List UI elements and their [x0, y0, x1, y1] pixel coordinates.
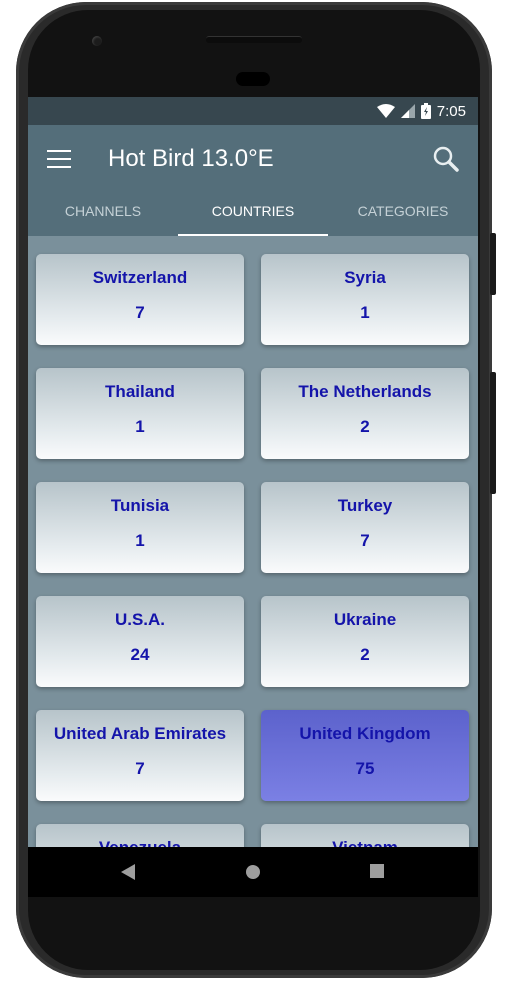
country-name: United Kingdom: [299, 724, 431, 743]
channel-count: 1: [360, 303, 370, 322]
power-button: [490, 233, 496, 295]
tab-bar: CHANNELS COUNTRIES CATEGORIES: [28, 193, 478, 236]
channel-count: 7: [135, 759, 145, 778]
recents-icon[interactable]: [370, 864, 384, 878]
wifi-icon: [376, 104, 395, 118]
front-camera: [92, 36, 102, 46]
country-card[interactable]: Syria 1: [261, 254, 469, 345]
tab-countries[interactable]: COUNTRIES: [178, 193, 328, 236]
channel-count: 24: [130, 645, 150, 664]
page-title: Hot Bird 13.0°E: [108, 145, 274, 172]
tab-channels[interactable]: CHANNELS: [28, 193, 178, 236]
proximity-sensor: [236, 72, 270, 86]
status-time: 7:05: [436, 102, 466, 120]
country-name: Thailand: [105, 382, 175, 401]
home-icon[interactable]: [245, 864, 261, 880]
channel-count: 1: [135, 531, 145, 550]
tab-categories[interactable]: CATEGORIES: [328, 193, 478, 236]
country-card-selected[interactable]: United Kingdom 75: [261, 710, 469, 801]
back-icon[interactable]: [121, 864, 135, 880]
country-name: United Arab Emirates: [53, 724, 227, 743]
screen: 7:05 Hot Bird 13.0°E CHANNELS COUNTRIES …: [28, 97, 478, 847]
country-name: U.S.A.: [114, 610, 166, 629]
country-name: The Netherlands: [298, 382, 432, 401]
channel-count: 2: [360, 417, 370, 436]
country-card[interactable]: Ukraine 2: [261, 596, 469, 687]
country-card[interactable]: The Netherlands 2: [261, 368, 469, 459]
country-name: Syria: [344, 268, 386, 287]
channel-count: 1: [135, 417, 145, 436]
country-card[interactable]: U.S.A. 24: [36, 596, 244, 687]
channel-count: 7: [360, 531, 370, 550]
channel-count: 2: [360, 645, 370, 664]
signal-icon: [400, 104, 415, 118]
app-bar: Hot Bird 13.0°E: [28, 125, 478, 193]
navigation-bar: [28, 847, 478, 897]
hamburger-menu-icon[interactable]: [47, 150, 71, 168]
battery-charging-icon: [420, 103, 431, 119]
country-grid: Switzerland 7 Syria 1 Thailand 1 The Nether…: [36, 254, 470, 847]
country-card[interactable]: Thailand 1: [36, 368, 244, 459]
country-card[interactable]: Venezuela: [36, 824, 244, 847]
country-card[interactable]: Tunisia 1: [36, 482, 244, 573]
status-bar: 7:05: [28, 97, 478, 125]
country-name: Ukraine: [333, 610, 397, 629]
country-name: Tunisia: [110, 496, 170, 515]
country-name: Venezuela: [36, 824, 244, 847]
earpiece-speaker: [206, 36, 302, 43]
country-name: Vietnam: [261, 824, 469, 847]
country-card[interactable]: Switzerland 7: [36, 254, 244, 345]
country-card[interactable]: United Arab Emirates 7: [36, 710, 244, 801]
volume-button: [490, 372, 496, 494]
country-name: Switzerland: [92, 268, 188, 287]
country-name: Turkey: [337, 496, 393, 515]
country-card[interactable]: Vietnam: [261, 824, 469, 847]
channel-count: 75: [355, 759, 375, 778]
search-icon[interactable]: [432, 145, 460, 173]
country-card[interactable]: Turkey 7: [261, 482, 469, 573]
channel-count: 7: [135, 303, 145, 322]
